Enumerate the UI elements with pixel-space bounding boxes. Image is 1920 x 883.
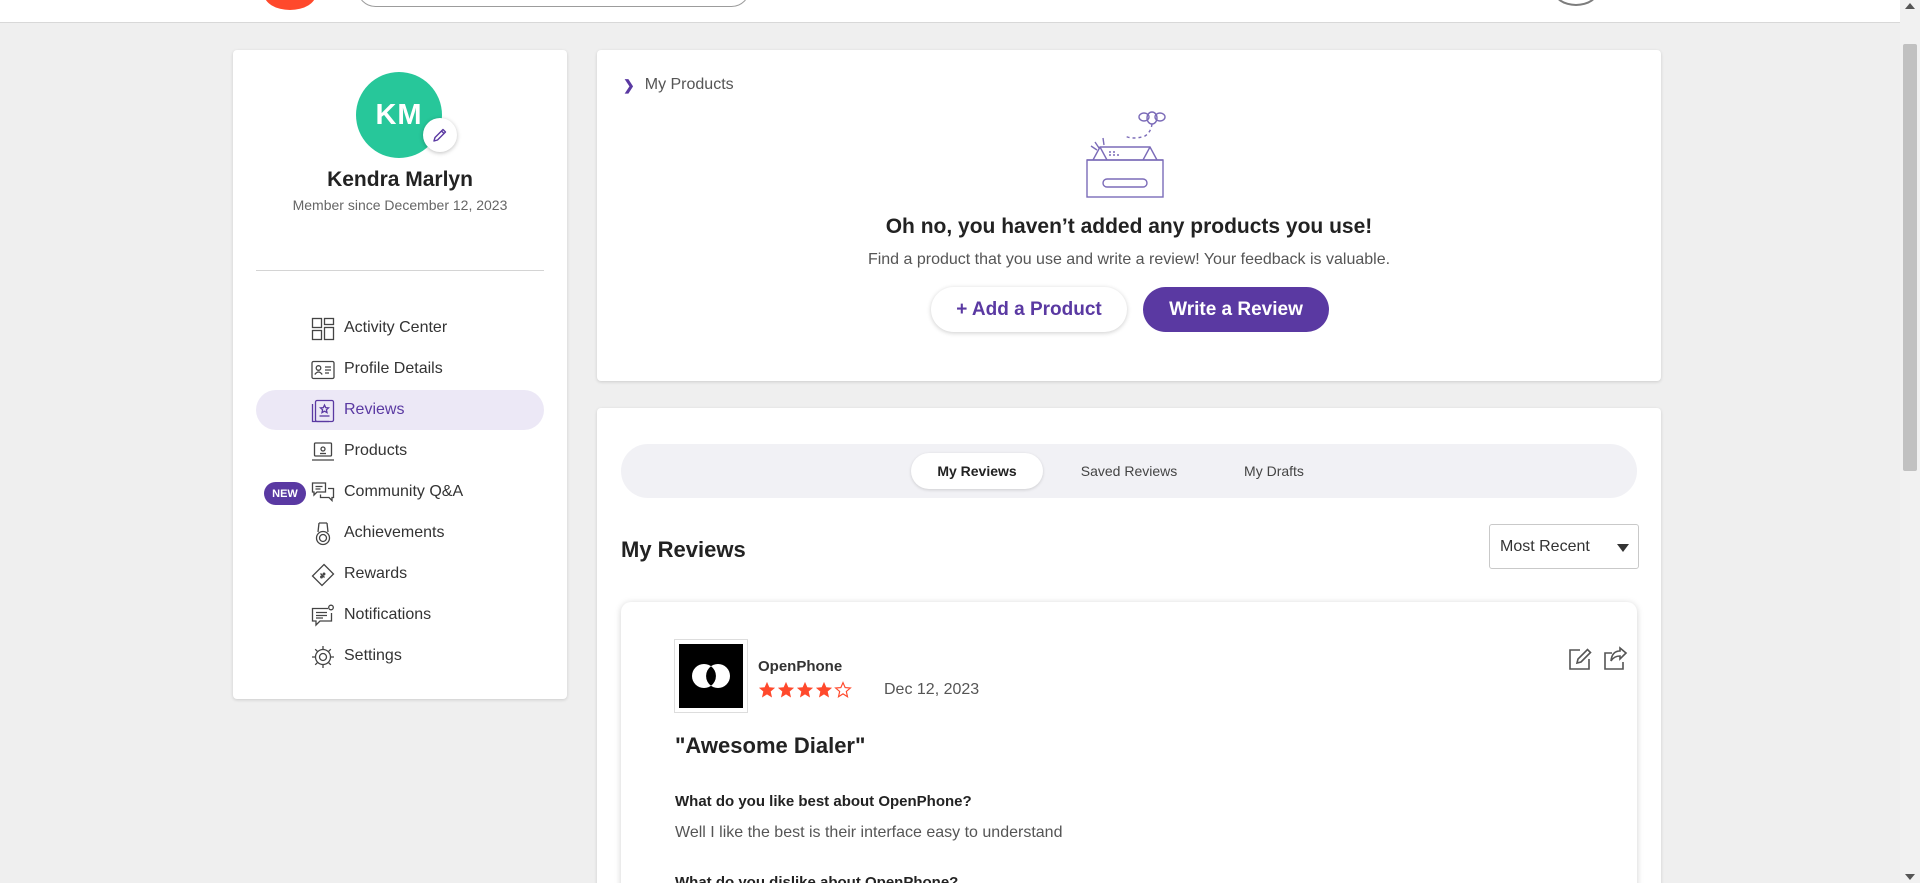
caret-down-icon bbox=[1617, 544, 1629, 552]
sidebar-item-rewards[interactable]: Rewards bbox=[256, 554, 544, 594]
tab-my-reviews[interactable]: My Reviews bbox=[911, 453, 1043, 489]
medal-icon bbox=[311, 522, 335, 546]
review-answer: Well I like the best is their interface … bbox=[675, 824, 1063, 841]
review-question: What do you like best about OpenPhone? bbox=[675, 793, 972, 810]
sidebar-nav: Activity Center Profile Details Reviews … bbox=[256, 308, 544, 677]
divider bbox=[256, 270, 544, 271]
chevron-right-icon: ❯ bbox=[623, 76, 635, 93]
grid-icon bbox=[311, 317, 335, 341]
section-heading: My Reviews bbox=[621, 537, 746, 562]
sidebar-item-label: Achievements bbox=[344, 524, 445, 541]
sidebar-item-label: Notifications bbox=[344, 606, 432, 623]
id-card-icon bbox=[311, 358, 335, 382]
sort-select[interactable]: Most Recent bbox=[1489, 524, 1639, 569]
review-actions bbox=[1567, 646, 1637, 672]
sidebar-item-community-qa[interactable]: NEW Community Q&A bbox=[256, 472, 544, 512]
search-input[interactable] bbox=[357, 0, 750, 7]
tab-my-drafts[interactable]: My Drafts bbox=[1214, 453, 1334, 489]
sort-selected-value: Most Recent bbox=[1500, 537, 1590, 555]
breadcrumb: ❯ My Products bbox=[623, 76, 734, 94]
edit-review-icon[interactable] bbox=[1567, 646, 1593, 672]
sidebar-item-label: Community Q&A bbox=[344, 483, 464, 500]
star-empty-icon bbox=[834, 681, 852, 699]
sidebar-item-reviews[interactable]: Reviews bbox=[256, 390, 544, 430]
sidebar-item-achievements[interactable]: Achievements bbox=[256, 513, 544, 553]
star-filled-icon bbox=[758, 681, 776, 698]
user-name: Kendra Marlyn bbox=[327, 168, 473, 191]
empty-box-bee-illustration bbox=[1086, 111, 1166, 198]
pencil-icon bbox=[433, 128, 447, 142]
empty-state-subtitle: Find a product that you use and write a … bbox=[867, 251, 1391, 268]
star-rating bbox=[758, 681, 853, 699]
product-logo[interactable] bbox=[675, 640, 747, 712]
new-badge: NEW bbox=[264, 482, 306, 505]
product-name[interactable]: OpenPhone bbox=[758, 658, 842, 675]
review-card: OpenPhone Dec 12, 2023 "Awesome Dialer" … bbox=[621, 602, 1637, 883]
openphone-logo-icon bbox=[692, 664, 730, 688]
profile-sidebar: KM Kendra Marlyn Member since December 1… bbox=[233, 50, 567, 699]
member-since: Member since December 12, 2023 bbox=[292, 197, 508, 213]
star-filled-icon bbox=[777, 681, 795, 698]
reviews-tabs: My Reviews Saved Reviews My Drafts bbox=[621, 444, 1637, 498]
review-question: What do you dislike about OpenPhone? bbox=[675, 874, 959, 883]
share-icon[interactable] bbox=[1602, 646, 1628, 672]
my-products-card: ❯ My Products Oh no, you haven’t added a… bbox=[597, 50, 1661, 381]
sidebar-item-products[interactable]: Products bbox=[256, 431, 544, 471]
chat-bubbles-icon bbox=[311, 481, 335, 505]
sidebar-item-label: Reviews bbox=[344, 401, 405, 418]
sidebar-item-profile-details[interactable]: Profile Details bbox=[256, 349, 544, 389]
laptop-icon bbox=[311, 440, 335, 464]
star-filled-icon bbox=[796, 681, 814, 698]
write-review-button[interactable]: Write a Review bbox=[1143, 287, 1329, 332]
page-scrollbar[interactable] bbox=[1900, 0, 1920, 883]
sidebar-item-label: Rewards bbox=[344, 565, 408, 582]
sidebar-item-notifications[interactable]: Notifications bbox=[256, 595, 544, 635]
ticket-icon bbox=[311, 563, 335, 587]
reviews-card: My Reviews Saved Reviews My Drafts My Re… bbox=[597, 408, 1661, 883]
top-nav-bar bbox=[0, 0, 1900, 23]
reviews-icon bbox=[311, 399, 335, 423]
user-menu-avatar[interactable] bbox=[1553, 0, 1599, 6]
sidebar-item-label: Settings bbox=[344, 647, 402, 664]
g2-logo[interactable] bbox=[264, 0, 316, 10]
tab-saved-reviews[interactable]: Saved Reviews bbox=[1059, 453, 1199, 489]
star-filled-icon bbox=[815, 681, 833, 698]
sidebar-item-label: Products bbox=[344, 442, 408, 459]
notification-icon bbox=[311, 604, 335, 628]
review-date: Dec 12, 2023 bbox=[884, 681, 980, 698]
sidebar-item-label: Activity Center bbox=[344, 319, 448, 336]
sidebar-item-label: Profile Details bbox=[344, 360, 443, 377]
scroll-up-arrow-icon[interactable] bbox=[1905, 3, 1915, 9]
scrollbar-thumb[interactable] bbox=[1903, 44, 1917, 471]
scroll-down-arrow-icon[interactable] bbox=[1905, 874, 1915, 880]
edit-avatar-button[interactable] bbox=[423, 118, 457, 152]
sidebar-item-settings[interactable]: Settings bbox=[256, 636, 544, 676]
review-title: "Awesome Dialer" bbox=[675, 733, 866, 758]
sidebar-item-activity-center[interactable]: Activity Center bbox=[256, 308, 544, 348]
gear-icon bbox=[311, 645, 335, 669]
empty-state-title: Oh no, you haven’t added any products yo… bbox=[885, 215, 1373, 238]
add-product-button[interactable]: + Add a Product bbox=[931, 287, 1127, 332]
breadcrumb-label[interactable]: My Products bbox=[645, 76, 734, 94]
